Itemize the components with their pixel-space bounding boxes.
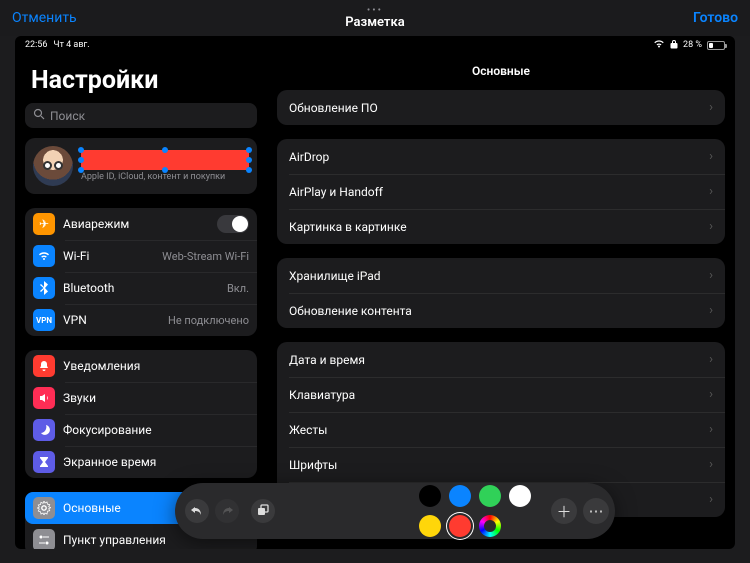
detail-title: Основные (277, 54, 725, 90)
sidebar-item-vpn[interactable]: VPN VPN Не подключено (25, 304, 257, 336)
redaction-rectangle[interactable] (81, 150, 249, 170)
chevron-right-icon: › (709, 184, 713, 199)
notifications-group: Уведомления Звуки Фокусирование (25, 350, 257, 478)
redo-button[interactable] (215, 499, 239, 523)
search-placeholder: Поиск (50, 109, 85, 123)
chevron-right-icon: › (709, 387, 713, 402)
detail-item-datetime[interactable]: Дата и время› (277, 342, 725, 377)
done-button[interactable]: Готово (693, 10, 738, 26)
chevron-right-icon: › (709, 100, 713, 115)
color-picker-button[interactable] (479, 515, 501, 537)
color-swatch-green[interactable] (479, 485, 501, 507)
bell-icon (33, 355, 55, 377)
chevron-right-icon: › (709, 219, 713, 234)
detail-item-airdrop[interactable]: AirDrop› (277, 139, 725, 174)
detail-item-background-refresh[interactable]: Обновление контента› (277, 293, 725, 328)
airplane-icon: ✈ (33, 213, 55, 235)
apple-id-profile[interactable]: Apple ID, iCloud, контент и покупки (25, 138, 257, 194)
shapes-tool-button[interactable] (251, 499, 275, 523)
sidebar-item-screentime[interactable]: Экранное время (25, 446, 257, 478)
detail-group-1: AirDrop› AirPlay и Handoff› Картинка в к… (277, 139, 725, 244)
detail-item-keyboard[interactable]: Клавиатура› (277, 377, 725, 412)
detail-item-software-update[interactable]: Обновление ПО › (277, 90, 725, 125)
vpn-icon: VPN (33, 309, 55, 331)
gear-icon (33, 497, 55, 519)
screenshot-canvas: 22:56 Чт 4 авг. 28 % Настройки Поиск (15, 36, 735, 549)
chevron-right-icon: › (709, 149, 713, 164)
avatar (33, 146, 73, 186)
color-swatch-blue[interactable] (449, 485, 471, 507)
color-swatch-yellow[interactable] (419, 515, 441, 537)
battery-icon (707, 41, 725, 50)
sidebar-item-bluetooth[interactable]: Bluetooth Вкл. (25, 272, 257, 304)
toolbar-title-wrap: ••• Разметка (345, 7, 404, 30)
profile-subtitle: Apple ID, iCloud, контент и покупки (81, 172, 249, 182)
markup-palette[interactable]: ＋ ⋯ (175, 483, 615, 539)
airplane-toggle[interactable] (217, 215, 249, 233)
search-icon (33, 108, 45, 123)
detail-item-pip[interactable]: Картинка в картинке› (277, 209, 725, 244)
color-swatch-black[interactable] (419, 485, 441, 507)
color-swatch-white[interactable] (509, 485, 531, 507)
chevron-right-icon: › (709, 422, 713, 437)
status-date: Чт 4 авг. (53, 40, 89, 50)
sidebar-item-sounds[interactable]: Звуки (25, 382, 257, 414)
status-time: 22:56 (25, 40, 47, 50)
bluetooth-icon (33, 277, 55, 299)
undo-button[interactable] (185, 499, 209, 523)
chevron-right-icon: › (709, 303, 713, 318)
page-title: Настройки (31, 66, 251, 95)
ellipsis-icon: ••• (345, 7, 404, 15)
sliders-icon (33, 529, 55, 549)
status-bar: 22:56 Чт 4 авг. 28 % (15, 36, 735, 52)
wifi-icon (653, 39, 665, 51)
more-button[interactable]: ⋯ (583, 498, 609, 524)
detail-item-storage[interactable]: Хранилище iPad› (277, 258, 725, 293)
chevron-right-icon: › (709, 268, 713, 283)
detail-item-gestures[interactable]: Жесты› (277, 412, 725, 447)
connectivity-group: ✈ Авиарежим Wi-Fi Web-Stream Wi-Fi Bluet… (25, 208, 257, 336)
detail-pane: Основные Обновление ПО › AirDrop› AirPla… (267, 54, 735, 549)
markup-toolbar: Отменить ••• Разметка Готово (0, 0, 750, 36)
add-shape-button[interactable]: ＋ (551, 498, 577, 524)
detail-group-2: Хранилище iPad› Обновление контента› (277, 258, 725, 328)
settings-sidebar: Настройки Поиск Apple ID, iCloud, контен… (15, 54, 267, 549)
detail-group-0: Обновление ПО › (277, 90, 725, 125)
chevron-right-icon: › (709, 352, 713, 367)
sidebar-item-wifi[interactable]: Wi-Fi Web-Stream Wi-Fi (25, 240, 257, 272)
detail-item-fonts[interactable]: Шрифты› (277, 447, 725, 482)
detail-item-airplay[interactable]: AirPlay и Handoff› (277, 174, 725, 209)
hourglass-icon (33, 451, 55, 473)
chevron-right-icon: › (709, 457, 713, 472)
chevron-right-icon: › (709, 492, 713, 507)
wifi-settings-icon (33, 245, 55, 267)
battery-percent: 28 % (683, 40, 702, 50)
color-swatch-red[interactable] (449, 515, 471, 537)
lock-icon (670, 39, 678, 52)
search-input[interactable]: Поиск (25, 103, 257, 128)
sidebar-item-focus[interactable]: Фокусирование (25, 414, 257, 446)
moon-icon (33, 419, 55, 441)
toolbar-title: Разметка (345, 15, 404, 30)
speaker-icon (33, 387, 55, 409)
sidebar-item-notifications[interactable]: Уведомления (25, 350, 257, 382)
sidebar-item-airplane[interactable]: ✈ Авиарежим (25, 208, 257, 240)
cancel-button[interactable]: Отменить (12, 10, 77, 26)
color-swatches (419, 483, 535, 539)
